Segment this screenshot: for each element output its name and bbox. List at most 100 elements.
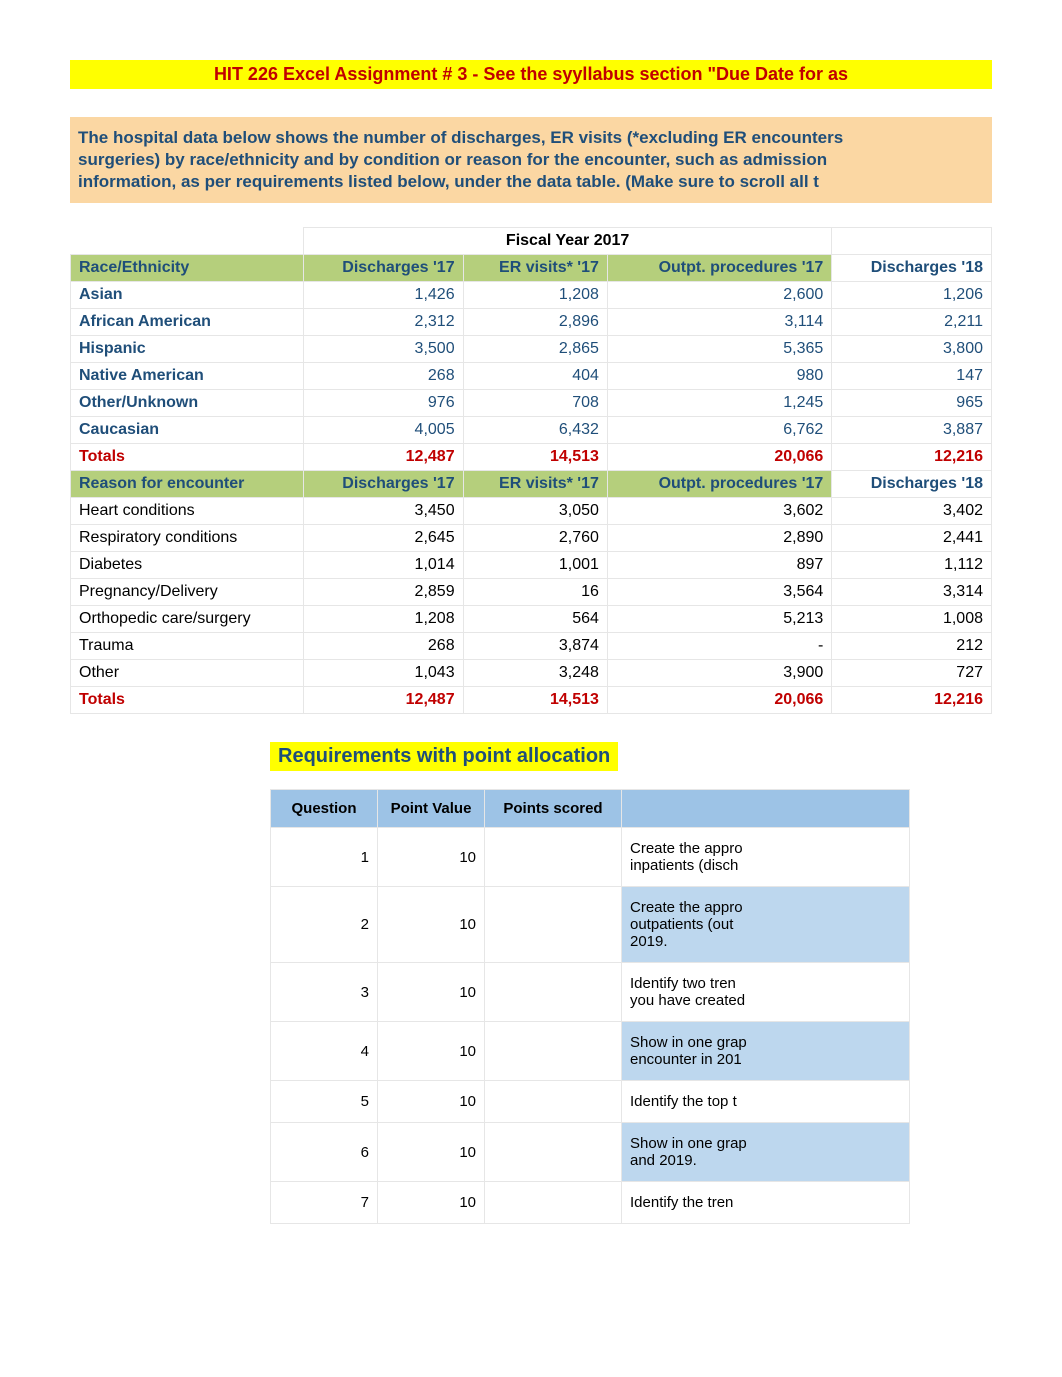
req-col-points-scored: Points scored [485, 790, 622, 828]
col-er-visits-17: ER visits* '17 [463, 255, 607, 282]
cell: 4 [271, 1022, 378, 1081]
cell: Other/Unknown [71, 390, 304, 417]
fiscal-year-label: Fiscal Year 2017 [303, 228, 831, 255]
assignment-title: HIT 226 Excel Assignment # 3 - See the s… [70, 60, 992, 89]
cell: Create the appro inpatients (disch [622, 828, 910, 887]
intro-line-3a: information, as per requirements listed … [78, 172, 625, 191]
cell: 10 [378, 963, 485, 1022]
table-row: Diabetes1,0141,0018971,112 [71, 552, 992, 579]
cell: 1,206 [832, 282, 992, 309]
table-row: Asian1,4261,2082,6001,206 [71, 282, 992, 309]
cell: 1,001 [463, 552, 607, 579]
cell: 3,114 [607, 309, 831, 336]
cell: 1,043 [303, 660, 463, 687]
cell: Caucasian [71, 417, 304, 444]
cell: 897 [607, 552, 831, 579]
cell: 3,500 [303, 336, 463, 363]
cell: 1,014 [303, 552, 463, 579]
cell: Show in one grap encounter in 201 [622, 1022, 910, 1081]
cell: 2,441 [832, 525, 992, 552]
cell: Diabetes [71, 552, 304, 579]
cell: Heart conditions [71, 498, 304, 525]
totals-d17: 12,487 [303, 444, 463, 471]
cell: 147 [832, 363, 992, 390]
cell: Identify the tren [622, 1182, 910, 1224]
cell: 3,314 [832, 579, 992, 606]
cell: 980 [607, 363, 831, 390]
cell: 3,874 [463, 633, 607, 660]
reason-header-row: Reason for encounter Discharges '17 ER v… [71, 471, 992, 498]
cell: 4,005 [303, 417, 463, 444]
cell: Native American [71, 363, 304, 390]
cell: 1,426 [303, 282, 463, 309]
cell: 10 [378, 887, 485, 963]
cell: 3,564 [607, 579, 831, 606]
cell: 10 [378, 1123, 485, 1182]
cell: 5 [271, 1081, 378, 1123]
race-ethnicity-header: Race/Ethnicity [71, 255, 304, 282]
cell: Create the appro outpatients (out 2019. [622, 887, 910, 963]
cell: 976 [303, 390, 463, 417]
cell: Trauma [71, 633, 304, 660]
cell: 2,865 [463, 336, 607, 363]
reason-encounter-header: Reason for encounter [71, 471, 304, 498]
totals2-er17: 14,513 [463, 687, 607, 714]
table-row: Hispanic3,5002,8655,3653,800 [71, 336, 992, 363]
cell [485, 887, 622, 963]
cell: 708 [463, 390, 607, 417]
reason-totals-row: Totals 12,487 14,513 20,066 12,216 [71, 687, 992, 714]
cell: 3,800 [832, 336, 992, 363]
cell: 2,211 [832, 309, 992, 336]
cell: Pregnancy/Delivery [71, 579, 304, 606]
cell: 2,600 [607, 282, 831, 309]
cell: 3 [271, 963, 378, 1022]
cell: 1 [271, 828, 378, 887]
cell: 2,645 [303, 525, 463, 552]
cell: 5,365 [607, 336, 831, 363]
table-row: Respiratory conditions2,6452,7602,8902,4… [71, 525, 992, 552]
cell: Show in one grap and 2019. [622, 1123, 910, 1182]
totals-op17: 20,066 [607, 444, 831, 471]
req-row: 610 Show in one grap and 2019. [271, 1123, 910, 1182]
table-row: Pregnancy/Delivery2,859163,5643,314 [71, 579, 992, 606]
cell: 10 [378, 1022, 485, 1081]
col-outpt-17: Outpt. procedures '17 [607, 255, 831, 282]
totals2-d18: 12,216 [832, 687, 992, 714]
intro-line-3b: (Make sure to scroll all t [625, 172, 819, 191]
cell: 564 [463, 606, 607, 633]
cell [485, 1081, 622, 1123]
cell: 3,450 [303, 498, 463, 525]
cell: 2,896 [463, 309, 607, 336]
cell: 2,859 [303, 579, 463, 606]
cell: 6 [271, 1123, 378, 1182]
req-row: 110Create the appro inpatients (disch [271, 828, 910, 887]
cell: 3,900 [607, 660, 831, 687]
race-header-row: Race/Ethnicity Discharges '17 ER visits*… [71, 255, 992, 282]
requirements-table: Question Point Value Points scored 110Cr… [270, 789, 910, 1224]
req-header-row: Question Point Value Points scored [271, 790, 910, 828]
cell: Hispanic [71, 336, 304, 363]
cell: 6,762 [607, 417, 831, 444]
table-row: Heart conditions3,4503,0503,6023,402 [71, 498, 992, 525]
cell: 1,008 [832, 606, 992, 633]
cell: 2,890 [607, 525, 831, 552]
cell: 1,208 [463, 282, 607, 309]
cell: 10 [378, 1182, 485, 1224]
req-col-question: Question [271, 790, 378, 828]
col-discharges-17: Discharges '17 [303, 255, 463, 282]
cell: 1,245 [607, 390, 831, 417]
cell: Asian [71, 282, 304, 309]
cell [485, 1123, 622, 1182]
cell: African American [71, 309, 304, 336]
col-discharges-18-b: Discharges '18 [832, 471, 992, 498]
cell: Orthopedic care/surgery [71, 606, 304, 633]
cell: 16 [463, 579, 607, 606]
table-row: Other/Unknown9767081,245965 [71, 390, 992, 417]
race-totals-row: Totals 12,487 14,513 20,066 12,216 [71, 444, 992, 471]
table-row: Caucasian4,0056,4326,7623,887 [71, 417, 992, 444]
cell: 5,213 [607, 606, 831, 633]
cell: 10 [378, 1081, 485, 1123]
totals-label-2: Totals [71, 687, 304, 714]
cell: 1,208 [303, 606, 463, 633]
totals2-op17: 20,066 [607, 687, 831, 714]
